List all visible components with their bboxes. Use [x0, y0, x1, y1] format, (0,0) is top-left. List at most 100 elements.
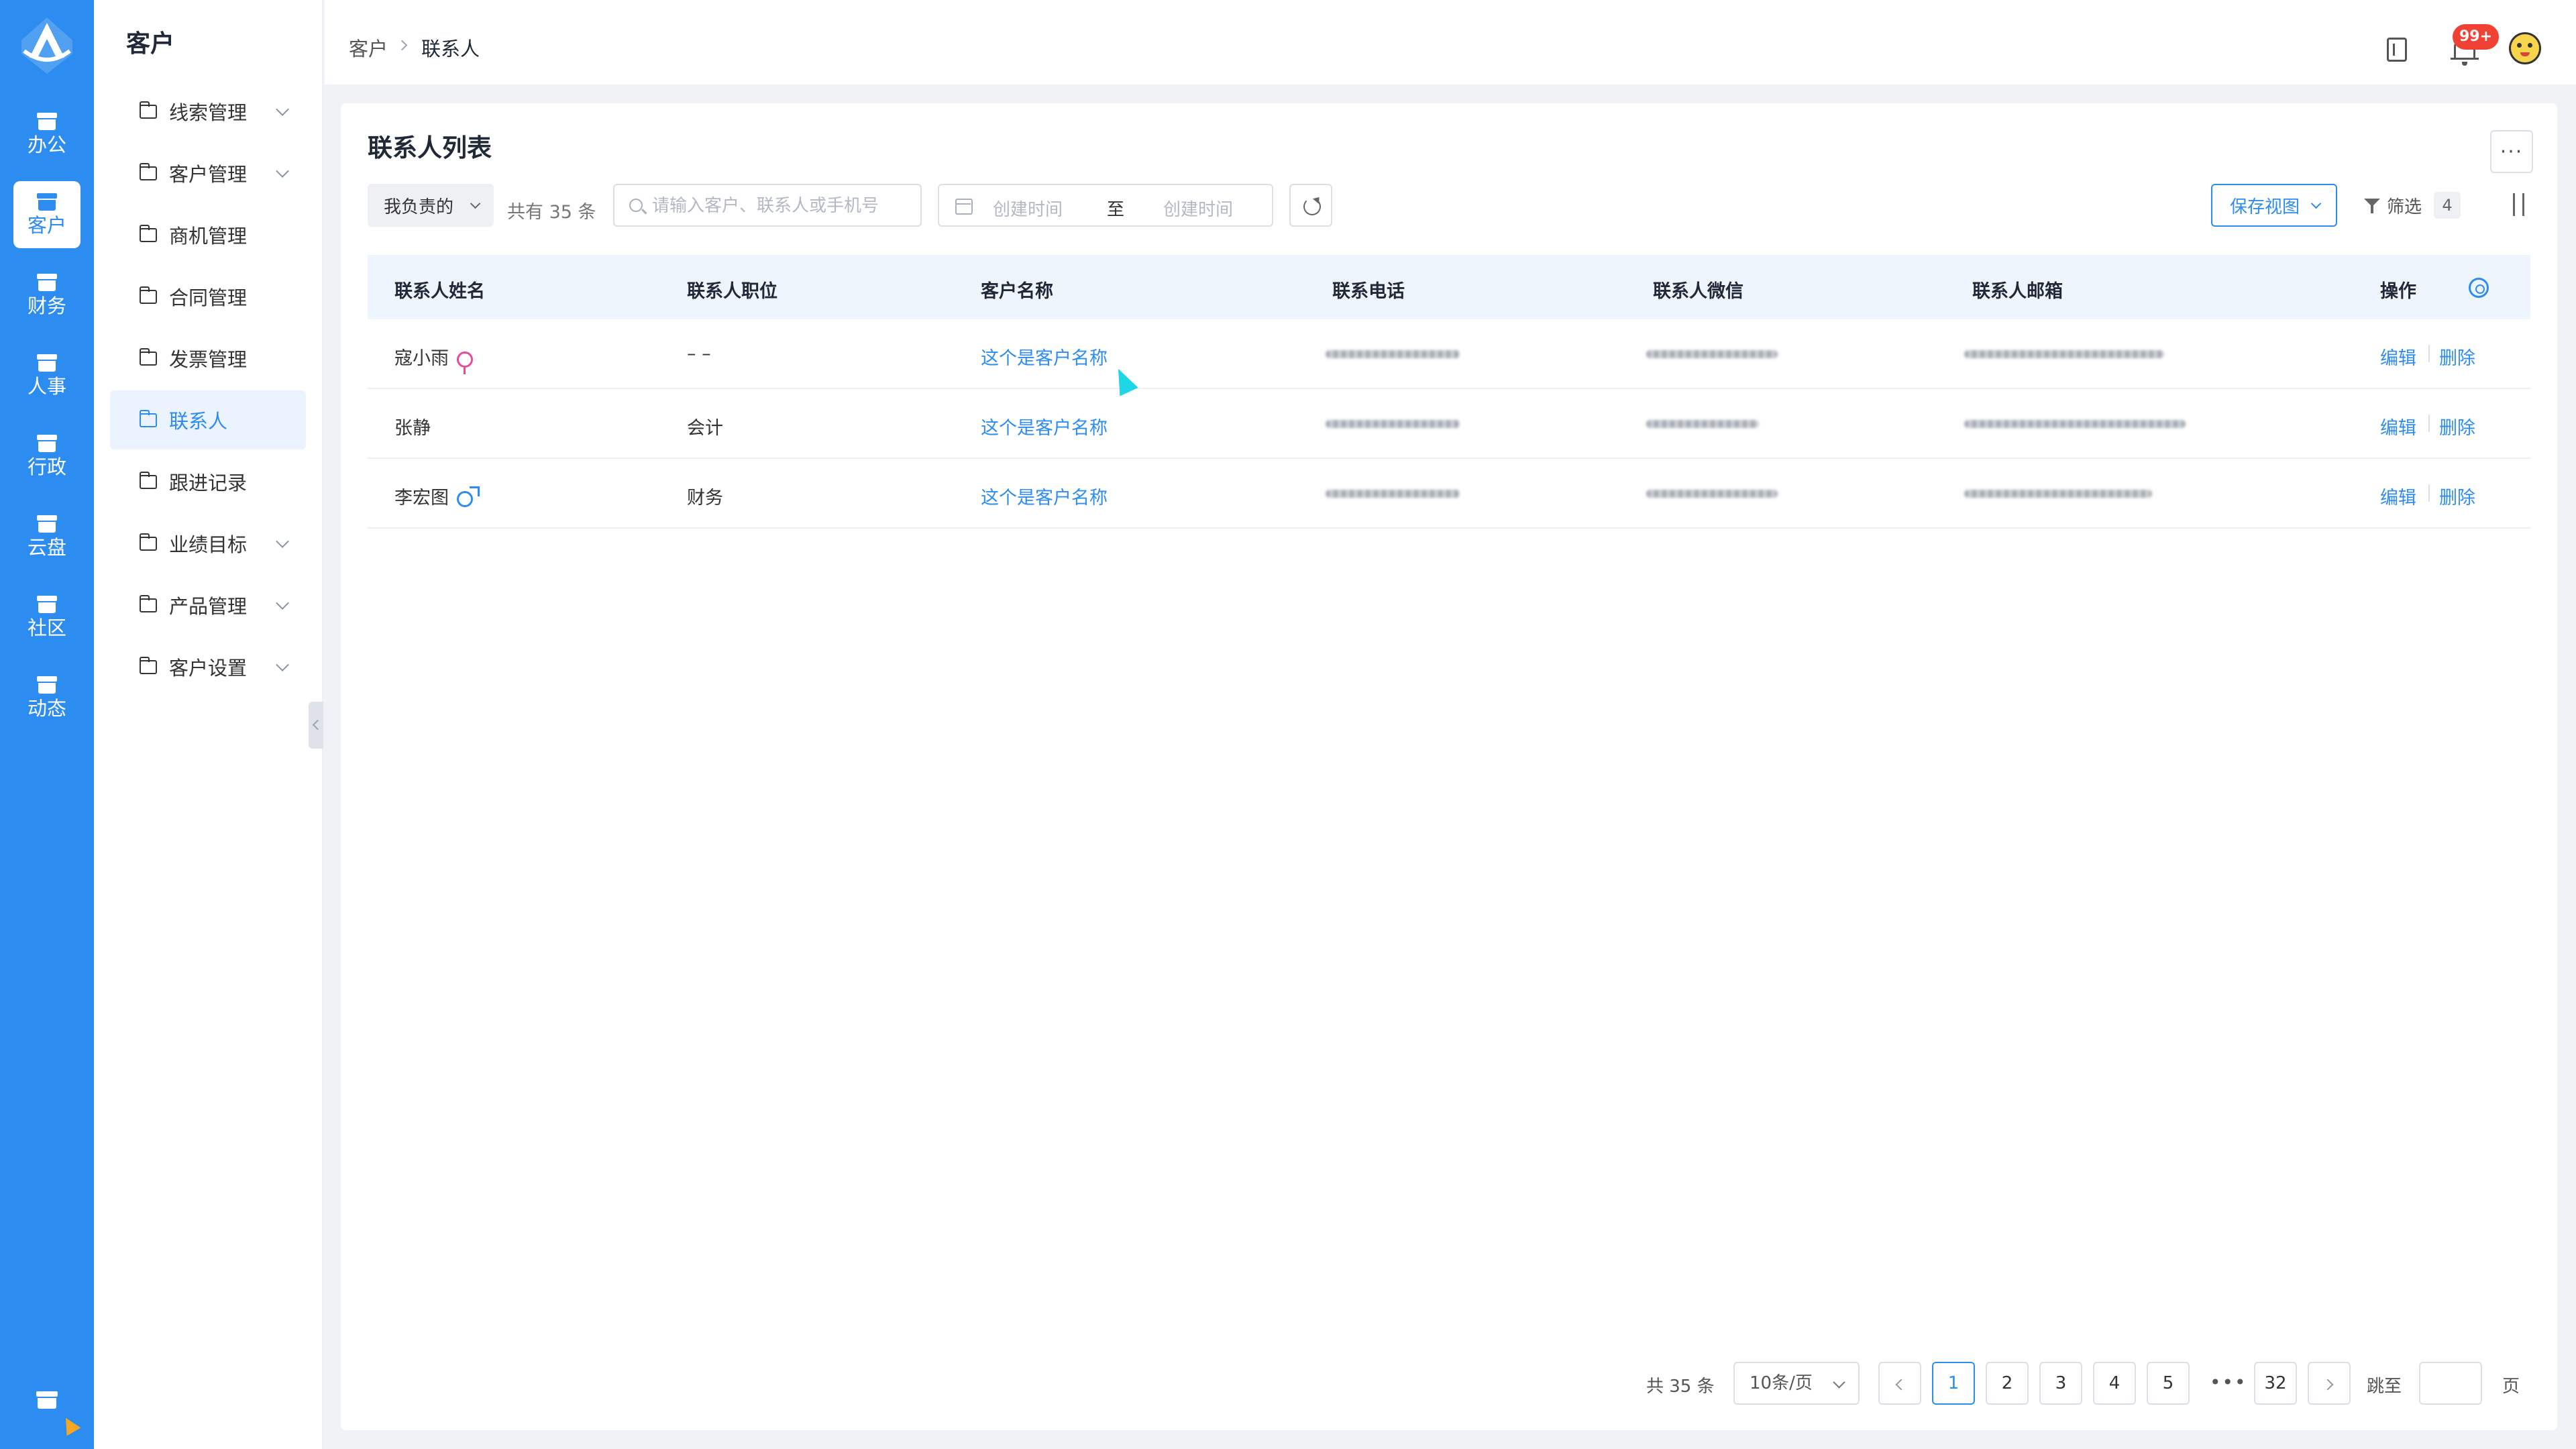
page-title: 联系人列表 — [368, 133, 492, 162]
app-rail: 办公 客户 财务 人事 行政 云盘 社区 动态 — [0, 0, 94, 1449]
rail-item-office[interactable]: 办公 — [13, 101, 80, 168]
page-size-select[interactable]: 10条/页 — [1733, 1362, 1860, 1405]
customer-name-link[interactable]: 这个是客户名称 — [981, 483, 1108, 509]
pagination-ellipsis[interactable]: ••• — [2210, 1371, 2247, 1393]
sidebar-item-label: 发票管理 — [169, 348, 248, 371]
sidebar-item-contacts[interactable]: 联系人 — [110, 390, 306, 449]
top-bar: 客户 联系人 — [325, 0, 2576, 85]
customer-name-link[interactable]: 这个是客户名称 — [981, 413, 1108, 439]
page-button[interactable]: 2 — [1986, 1362, 2029, 1405]
jump-to-page-input[interactable] — [2419, 1362, 2482, 1405]
finance-icon — [37, 274, 57, 291]
edit-link[interactable]: 编辑 — [2380, 413, 2416, 439]
delete-link[interactable]: 删除 — [2439, 343, 2475, 370]
rail-item-customer[interactable]: 客户 — [13, 181, 80, 248]
more-options-button[interactable]: ··· — [2490, 130, 2533, 173]
redacted-wechat — [1646, 350, 1778, 358]
edit-link[interactable]: 编辑 — [2380, 483, 2416, 509]
sidebar-item-label: 合同管理 — [169, 286, 248, 309]
search-input[interactable] — [652, 193, 914, 219]
rail-item-activity[interactable]: 动态 — [13, 664, 80, 731]
settings-gear-icon[interactable] — [2469, 278, 2489, 298]
redacted-phone — [1326, 350, 1460, 358]
search-field[interactable] — [613, 184, 922, 227]
table-row: 李宏图 财务 这个是客户名称 编辑 删除 — [368, 459, 2530, 529]
rail-item-community[interactable]: 社区 — [13, 584, 80, 651]
date-end-placeholder[interactable]: 创建时间 — [1163, 196, 1233, 221]
customer-icon — [37, 193, 57, 211]
rail-item-admin[interactable]: 行政 — [13, 423, 80, 490]
rail-bottom-menu-icon[interactable] — [36, 1391, 58, 1410]
rail-item-label: 人事 — [27, 375, 66, 398]
contact-position: 财务 — [687, 488, 723, 508]
column-header: 操作 — [2380, 281, 2416, 302]
sidebar-collapse-handle[interactable] — [309, 702, 323, 749]
book-icon[interactable] — [2387, 38, 2407, 62]
pagination-total: 共 35 条 — [1646, 1377, 1715, 1397]
module-sidebar: 客户 线索管理 客户管理 商机管理 合同管理 发票管理 联系人 跟进记录 业绩目… — [94, 0, 323, 1449]
sidebar-item-invoices[interactable]: 发票管理 — [110, 329, 306, 388]
pagination: 共 35 条 10条/页 1 2 3 4 5 ••• 32 跳至 页 — [341, 1362, 2557, 1405]
breadcrumb-item[interactable]: 客户 — [349, 34, 388, 62]
folder-icon — [139, 286, 157, 304]
avatar[interactable] — [2509, 32, 2541, 64]
sidebar-item-settings[interactable]: 客户设置 — [110, 637, 306, 696]
delete-link[interactable]: 删除 — [2439, 413, 2475, 439]
delete-link[interactable]: 删除 — [2439, 483, 2475, 509]
sidebar-item-contracts[interactable]: 合同管理 — [110, 267, 306, 326]
rail-item-cloud-drive[interactable]: 云盘 — [13, 503, 80, 570]
scope-filter-select[interactable]: 我负责的 — [368, 184, 494, 227]
sort-icon[interactable] — [2509, 193, 2529, 217]
notification-badge: 99+ — [2453, 24, 2500, 50]
rail-item-label: 财务 — [27, 294, 66, 317]
contact-name-cell: 寇小雨 — [394, 343, 473, 374]
rail-item-label: 办公 — [27, 133, 66, 156]
chevron-right-icon — [396, 40, 408, 51]
date-range-separator: 至 — [1107, 200, 1125, 220]
refresh-icon[interactable] — [1289, 184, 1332, 227]
rail-item-label: 客户 — [27, 214, 66, 237]
next-page-button[interactable] — [2308, 1362, 2351, 1405]
sidebar-item-customers[interactable]: 客户管理 — [110, 144, 306, 203]
page-button[interactable]: 5 — [2147, 1362, 2190, 1405]
sidebar-item-label: 业绩目标 — [169, 533, 248, 556]
sidebar-item-label: 产品管理 — [169, 595, 248, 618]
page-button[interactable]: 4 — [2093, 1362, 2136, 1405]
page-button[interactable]: 3 — [2039, 1362, 2082, 1405]
column-header: 联系人职位 — [687, 281, 777, 302]
sidebar-item-followups[interactable]: 跟进记录 — [110, 452, 306, 511]
page-button[interactable]: 32 — [2254, 1362, 2297, 1405]
action-divider — [2428, 484, 2430, 502]
sidebar-item-leads[interactable]: 线索管理 — [110, 82, 306, 141]
folder-icon — [139, 533, 157, 551]
sidebar-item-products[interactable]: 产品管理 — [110, 576, 306, 635]
column-header: 客户名称 — [981, 281, 1053, 302]
redacted-email — [1964, 490, 2152, 498]
folder-icon — [139, 594, 157, 612]
folder-icon — [139, 409, 157, 427]
created-date-range-picker[interactable]: 创建时间 至 创建时间 — [938, 184, 1273, 227]
app-logo-icon[interactable] — [15, 13, 79, 78]
action-divider — [2428, 345, 2430, 362]
admin-icon — [37, 435, 57, 452]
prev-page-button[interactable] — [1878, 1362, 1921, 1405]
date-start-placeholder[interactable]: 创建时间 — [993, 196, 1063, 221]
table-header: 联系人姓名 联系人职位 客户名称 联系电话 联系人微信 联系人邮箱 操作 — [368, 255, 2530, 319]
rail-item-finance[interactable]: 财务 — [13, 262, 80, 329]
page-button[interactable]: 1 — [1932, 1362, 1975, 1405]
sidebar-title: 客户 — [126, 30, 175, 58]
redacted-email — [1964, 350, 2164, 358]
sidebar-item-opportunities[interactable]: 商机管理 — [110, 205, 306, 264]
filter-button[interactable]: 筛选 4 — [2364, 184, 2461, 227]
save-view-button[interactable]: 保存视图 — [2211, 184, 2337, 227]
female-icon — [457, 351, 473, 374]
scope-filter-value: 我负责的 — [384, 197, 454, 217]
sidebar-item-targets[interactable]: 业绩目标 — [110, 514, 306, 573]
contact-name-cell: 李宏图 — [394, 483, 480, 509]
folder-icon — [139, 347, 157, 366]
customer-name-link[interactable]: 这个是客户名称 — [981, 343, 1108, 370]
edit-link[interactable]: 编辑 — [2380, 343, 2416, 370]
folder-icon — [139, 162, 157, 180]
rail-item-hr[interactable]: 人事 — [13, 342, 80, 409]
contacts-table: 联系人姓名 联系人职位 客户名称 联系电话 联系人微信 联系人邮箱 操作 寇小雨… — [368, 255, 2530, 529]
